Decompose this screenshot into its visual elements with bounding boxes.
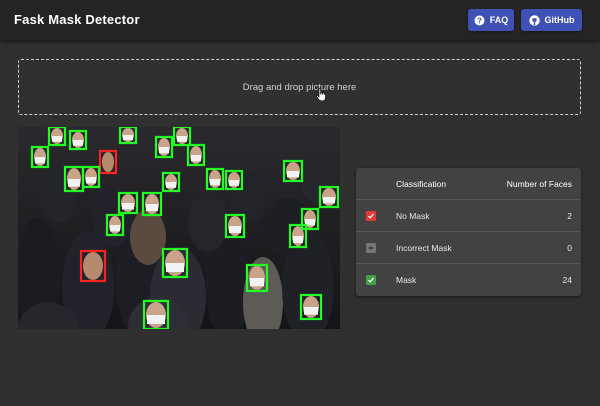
check-icon — [366, 275, 376, 285]
face-mask — [52, 136, 62, 142]
table-row-no-mask: No Mask 2 — [356, 200, 581, 232]
hand-cursor-icon — [316, 88, 326, 102]
face-mask — [293, 236, 303, 244]
github-button[interactable]: GitHub — [521, 9, 582, 31]
table-header: Classification Number of Faces — [356, 168, 581, 200]
face-mask — [210, 179, 220, 186]
x-icon — [366, 210, 376, 221]
classification-label: Incorrect Mask — [396, 242, 452, 253]
image-dropzone[interactable]: Drag and drop picture here — [18, 59, 581, 115]
face-count: 2 — [567, 210, 572, 221]
face-mask — [73, 140, 83, 146]
face-mask — [323, 197, 335, 204]
result-image — [18, 127, 340, 329]
face-mask — [166, 263, 184, 272]
table-row-mask: Mask 24 — [356, 264, 581, 296]
table-row-incorrect-mask: Incorrect Mask 0 — [356, 232, 581, 264]
face-mask — [304, 307, 318, 315]
app-bar: Fask Mask Detector ? FAQ GitHub — [0, 0, 600, 40]
face-mask — [110, 225, 120, 232]
svg-text:?: ? — [477, 16, 482, 25]
column-header-count: Number of Faces — [506, 178, 572, 189]
classification-label: No Mask — [396, 210, 430, 221]
face-mask — [86, 177, 96, 184]
face-count: 24 — [562, 275, 572, 285]
face-mask — [177, 136, 187, 142]
github-icon — [528, 14, 540, 26]
faq-label: FAQ — [489, 15, 509, 25]
face-mask — [122, 203, 134, 210]
github-label: GitHub — [544, 15, 575, 25]
face-mask — [191, 155, 201, 162]
face-mask — [287, 171, 299, 178]
face-mask — [229, 226, 241, 234]
face-head — [83, 252, 103, 280]
column-header-classification: Classification — [396, 178, 447, 189]
faq-button[interactable]: ? FAQ — [468, 9, 514, 31]
app-title: Fask Mask Detector — [14, 12, 140, 27]
face-mask — [166, 182, 176, 188]
dropzone-text: Drag and drop picture here — [242, 81, 357, 93]
face-head — [102, 152, 114, 172]
face-mask — [123, 135, 133, 141]
help-icon: ? — [474, 15, 485, 26]
face-mask — [35, 157, 45, 164]
face-mask — [147, 315, 165, 324]
classification-label: Mask — [396, 275, 417, 285]
classification-table: Classification Number of Faces No Mask 2… — [356, 168, 581, 296]
face-mask — [68, 179, 80, 187]
face-mask — [250, 278, 264, 287]
face-mask — [229, 180, 239, 186]
face-count: 0 — [567, 242, 572, 253]
minus-icon — [366, 242, 376, 253]
face-mask — [146, 204, 158, 212]
face-mask — [159, 147, 169, 154]
